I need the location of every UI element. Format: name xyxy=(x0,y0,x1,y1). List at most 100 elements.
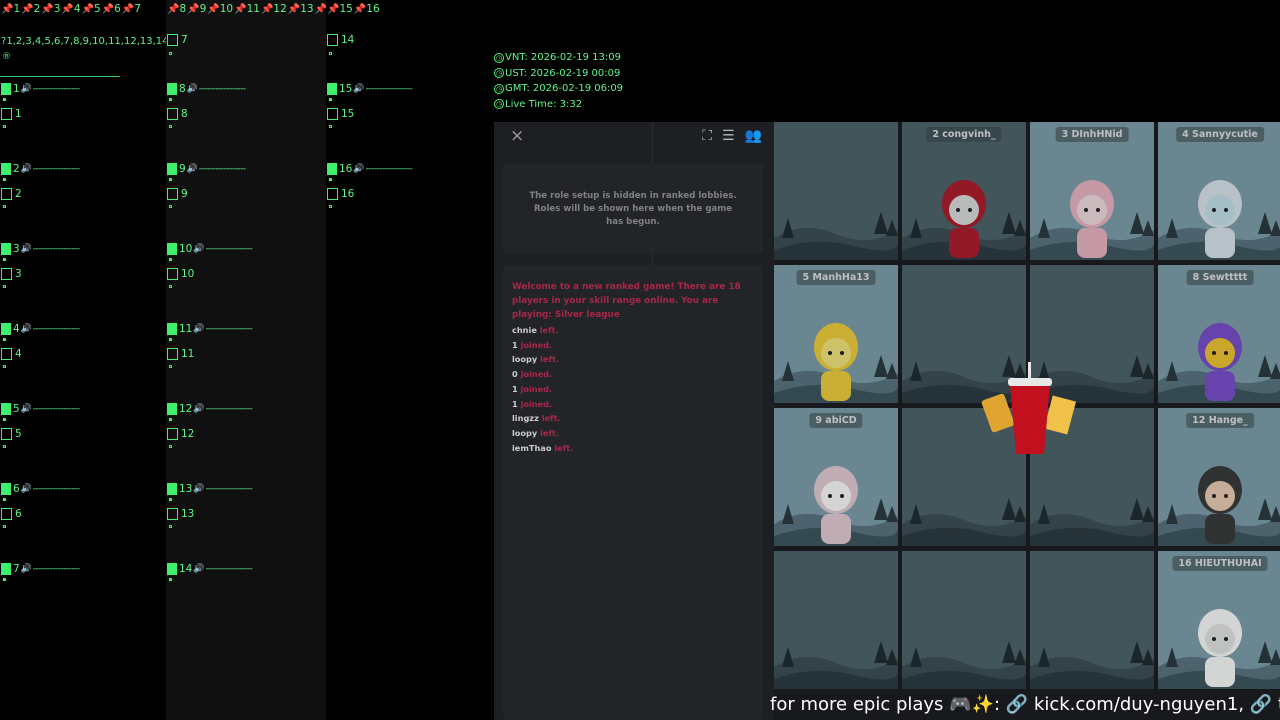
voice-row[interactable]: 13 🔊 ----------------- xyxy=(167,482,253,496)
voice-row[interactable]: 5 🔊 ----------------- xyxy=(1,402,80,416)
checkbox-row[interactable]: 15 xyxy=(327,108,354,120)
checkbox[interactable] xyxy=(1,108,12,120)
player-tile[interactable] xyxy=(1030,551,1154,689)
voice-row[interactable]: 15 🔊 ----------------- xyxy=(327,82,413,96)
close-button[interactable]: × xyxy=(510,126,524,146)
checkbox-label: 1 xyxy=(15,108,22,120)
checkbox[interactable] xyxy=(1,268,12,280)
checkbox[interactable] xyxy=(167,108,178,120)
player-tile[interactable]: 3 DInhHNid xyxy=(1030,122,1154,260)
voice-indicator xyxy=(1,243,11,255)
player-tile[interactable]: 5 ManhHa13 xyxy=(774,265,898,403)
voice-row[interactable]: 7 🔊 ----------------- xyxy=(1,562,80,576)
pin-item[interactable]: 📌10 xyxy=(207,3,233,15)
voice-row[interactable]: 11 🔊 ----------------- xyxy=(167,322,253,336)
player-tile[interactable] xyxy=(774,122,898,260)
voice-number: 4 xyxy=(13,323,20,335)
pin-item[interactable]: 📌6 xyxy=(102,3,121,15)
checkbox[interactable] xyxy=(167,428,178,440)
voice-indicator xyxy=(1,483,11,495)
checkbox[interactable] xyxy=(167,268,178,280)
pin-item[interactable]: 📌4 xyxy=(61,3,80,15)
reset-icon[interactable]: ® xyxy=(2,52,11,62)
checkbox-row[interactable]: 13 xyxy=(167,508,194,520)
pin-item[interactable]: 📌2 xyxy=(21,3,40,15)
checkbox[interactable] xyxy=(327,108,338,120)
fullscreen-icon[interactable]: ⛶ xyxy=(702,128,712,144)
checkbox-row[interactable]: 10 xyxy=(167,268,194,280)
checkbox-row[interactable]: 6 xyxy=(1,508,22,520)
pin-item[interactable]: 📌8 xyxy=(167,3,186,15)
player-tile[interactable]: 2 congvinh_ xyxy=(902,122,1026,260)
checkbox-row[interactable]: 12 xyxy=(167,428,194,440)
voice-row[interactable]: 9 🔊 ----------------- xyxy=(167,162,246,176)
pin-item[interactable]: 📌11 xyxy=(234,3,260,15)
pin-item[interactable]: 📌13 xyxy=(288,3,314,15)
players-icon[interactable]: 👥 xyxy=(745,128,762,144)
checkbox[interactable] xyxy=(1,188,12,200)
chat-user: lingzz xyxy=(512,413,542,424)
voice-meter: ----------------- xyxy=(365,164,413,174)
voice-row[interactable]: 16 🔊 ----------------- xyxy=(327,162,413,176)
overlay-column-1: 📌1 📌2 📌3 📌4 📌5 📌6 📌7 ?1,2,3,4,5,6,7,8,9,10,11,… xyxy=(0,0,200,720)
list-icon[interactable]: ☰ xyxy=(722,128,735,144)
checkbox[interactable] xyxy=(327,188,338,200)
voice-row[interactable]: 14 🔊 ----------------- xyxy=(167,562,253,576)
voice-row[interactable]: 8 🔊 ----------------- xyxy=(167,82,246,96)
checkbox[interactable] xyxy=(1,348,12,360)
marker xyxy=(329,52,332,55)
pin-item[interactable]: 📌3 xyxy=(41,3,60,15)
time-readout: ◷ UST: 2026-02-19 00:09 xyxy=(494,66,623,82)
player-avatar xyxy=(1070,180,1114,258)
pin-item[interactable]: 📌9 xyxy=(187,3,206,15)
chat-line: 0 joined. xyxy=(512,367,754,382)
checkbox-row[interactable]: 16 xyxy=(327,188,354,200)
marker xyxy=(3,205,6,208)
marker xyxy=(3,445,6,448)
checkbox-row[interactable]: 1 xyxy=(1,108,22,120)
player-tile[interactable] xyxy=(774,551,898,689)
voice-row[interactable]: 10 🔊 ----------------- xyxy=(167,242,253,256)
voice-row[interactable]: 6 🔊 ----------------- xyxy=(1,482,80,496)
voice-row[interactable]: 2 🔊 ----------------- xyxy=(1,162,80,176)
voice-number: 2 xyxy=(13,163,20,175)
checkbox-row[interactable]: 14 xyxy=(327,34,354,46)
pin-item[interactable]: 📌7 xyxy=(122,3,141,15)
voice-row[interactable]: 12 🔊 ----------------- xyxy=(167,402,253,416)
checkbox-row[interactable]: 2 xyxy=(1,188,22,200)
pin-item[interactable]: 📌12 xyxy=(261,3,287,15)
pin-item[interactable]: 📌5 xyxy=(82,3,101,15)
player-tile[interactable]: 16 HIEUTHUHAI xyxy=(1158,551,1280,689)
chat-action: joined. xyxy=(520,398,553,409)
checkbox[interactable] xyxy=(1,508,12,520)
voice-meter: ----------------- xyxy=(32,324,80,334)
pin-item[interactable]: 📌16 xyxy=(354,3,380,15)
checkbox[interactable] xyxy=(167,348,178,360)
speaker-icon: 🔊 xyxy=(20,244,32,254)
checkbox[interactable] xyxy=(167,188,178,200)
checkbox-row[interactable]: 9 xyxy=(167,188,188,200)
checkbox-row[interactable]: 5 xyxy=(1,428,22,440)
player-name: 16 HIEUTHUHAI xyxy=(1172,556,1268,571)
player-tile[interactable]: 4 Sannyycutie xyxy=(1158,122,1280,260)
checkbox[interactable] xyxy=(167,508,178,520)
voice-row[interactable]: 3 🔊 ----------------- xyxy=(1,242,80,256)
voice-row[interactable]: 1 🔊 ----------------- xyxy=(1,82,80,96)
player-tile[interactable]: 9 abiCD xyxy=(774,408,898,546)
voice-row[interactable]: 4 🔊 ----------------- xyxy=(1,322,80,336)
checkbox[interactable] xyxy=(327,34,338,46)
checkbox[interactable] xyxy=(1,428,12,440)
pin-item[interactable]: 📌1 xyxy=(1,3,20,15)
checkbox[interactable] xyxy=(167,34,178,46)
checkbox-row[interactable]: 4 xyxy=(1,348,22,360)
checkbox-row[interactable]: 11 xyxy=(167,348,194,360)
pin-item[interactable]: 📌15 xyxy=(327,3,353,15)
checkbox-row[interactable]: 8 xyxy=(167,108,188,120)
checkbox-row[interactable]: 7 xyxy=(167,34,188,46)
pushpin-icon: 📌 xyxy=(327,4,340,15)
player-tile[interactable]: 8 Sewttttt xyxy=(1158,265,1280,403)
player-tile[interactable] xyxy=(902,551,1026,689)
checkbox-row[interactable]: 3 xyxy=(1,268,22,280)
pin-row: 📌15 📌16 xyxy=(327,3,381,15)
player-tile[interactable]: 12 Hange_ xyxy=(1158,408,1280,546)
